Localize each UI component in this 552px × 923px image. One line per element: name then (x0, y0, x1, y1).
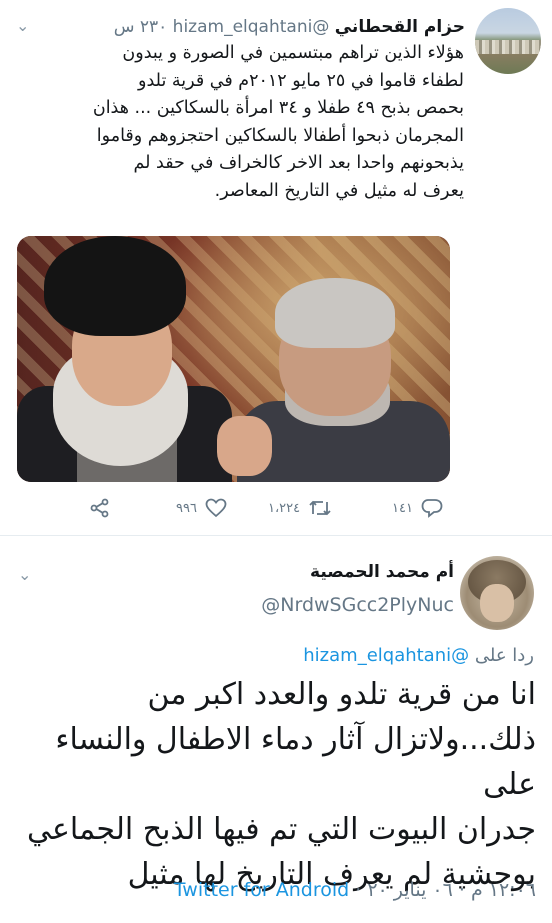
author-name[interactable]: أم محمد الحمصية (310, 562, 454, 582)
tweet-time[interactable]: ٢٣٠ س (114, 17, 168, 37)
avatar[interactable] (460, 556, 534, 630)
tweet-line: بحمص بذبح ٤٩ طفلا و ٣٤ امرأة بالسكاكين .… (92, 98, 464, 118)
like-count: ٩٩٦ (176, 500, 197, 516)
tweet-line: المجرمان ذبحوا أطفالا بالسكاكين احتجزوهم… (96, 125, 464, 146)
timestamp[interactable]: ١٢:٠٦ م · ٠٦ يناير ٢٠ (367, 879, 536, 901)
author-handle[interactable]: @NrdwSGcc2PlyNuc (261, 594, 454, 616)
tweet-line: هؤلاء الذين تراهم مبتسمين في الصورة و يب… (122, 43, 464, 63)
tweet-line: يعرف له مثيل في التاريخ المعاصر. (214, 180, 464, 201)
divider (0, 535, 552, 536)
replying-to: ردا على @hizam_elqahtani (303, 645, 534, 666)
avatar[interactable] (475, 8, 541, 74)
source-link[interactable]: Twitter for Android (174, 879, 349, 901)
reply-line: انا من قرية تلدو والعدد اكبر من (147, 677, 536, 712)
replying-to-mention[interactable]: @hizam_elqahtani (303, 645, 469, 666)
tweet-line: يذبحونهم واحدا بعد الاخر كالخراف في حقد … (133, 153, 464, 173)
reply-line: ذلك...ولاتزال آثار دماء الاطفال والنساء … (55, 722, 536, 802)
replying-prefix: ردا على (474, 645, 534, 666)
reply-text: انا من قرية تلدو والعدد اكبر من ذلك...ول… (16, 672, 536, 897)
retweet-icon (309, 500, 331, 516)
heart-icon (205, 498, 227, 518)
chevron-down-icon[interactable]: ⌄ (18, 565, 31, 584)
reply-button[interactable]: ١٤١ (392, 498, 443, 518)
reply-icon (421, 499, 443, 518)
retweet-button[interactable]: ١،٢٢٤ (268, 498, 332, 518)
chevron-down-icon[interactable]: ⌄ (16, 16, 29, 35)
reply-line: جدران البيوت التي تم فيها الذبح الجماعي (26, 812, 536, 847)
tweet-line: لطفاء قاموا في ٢٥ مايو ٢٠١٢م في قرية تلد… (138, 70, 464, 91)
tweet-header: حزام القحطاني @hizam_elqahtani ٢٣٠ س (114, 16, 465, 38)
tweet-actions: ٩٩٦ ١،٢٢٤ ١٤١ (0, 498, 552, 522)
author-name[interactable]: حزام القحطاني (335, 17, 465, 37)
reply-meta: ١٢:٠٦ م · ٠٦ يناير ٢٠ · Twitter for Andr… (173, 879, 536, 901)
like-button[interactable]: ٩٩٦ (176, 498, 227, 518)
tweet-photo[interactable] (17, 236, 450, 482)
share-button[interactable] (90, 498, 110, 518)
author-handle[interactable]: @hizam_elqahtani (173, 17, 330, 37)
tweet-text: هؤلاء الذين تراهم مبتسمين في الصورة و يب… (34, 40, 464, 205)
share-icon (90, 498, 109, 518)
tweet-card[interactable]: ⌄ حزام القحطاني @hizam_elqahtani ٢٣٠ س ه… (0, 0, 552, 535)
reply-count: ١٤١ (392, 500, 413, 516)
retweet-count: ١،٢٢٤ (268, 500, 301, 516)
